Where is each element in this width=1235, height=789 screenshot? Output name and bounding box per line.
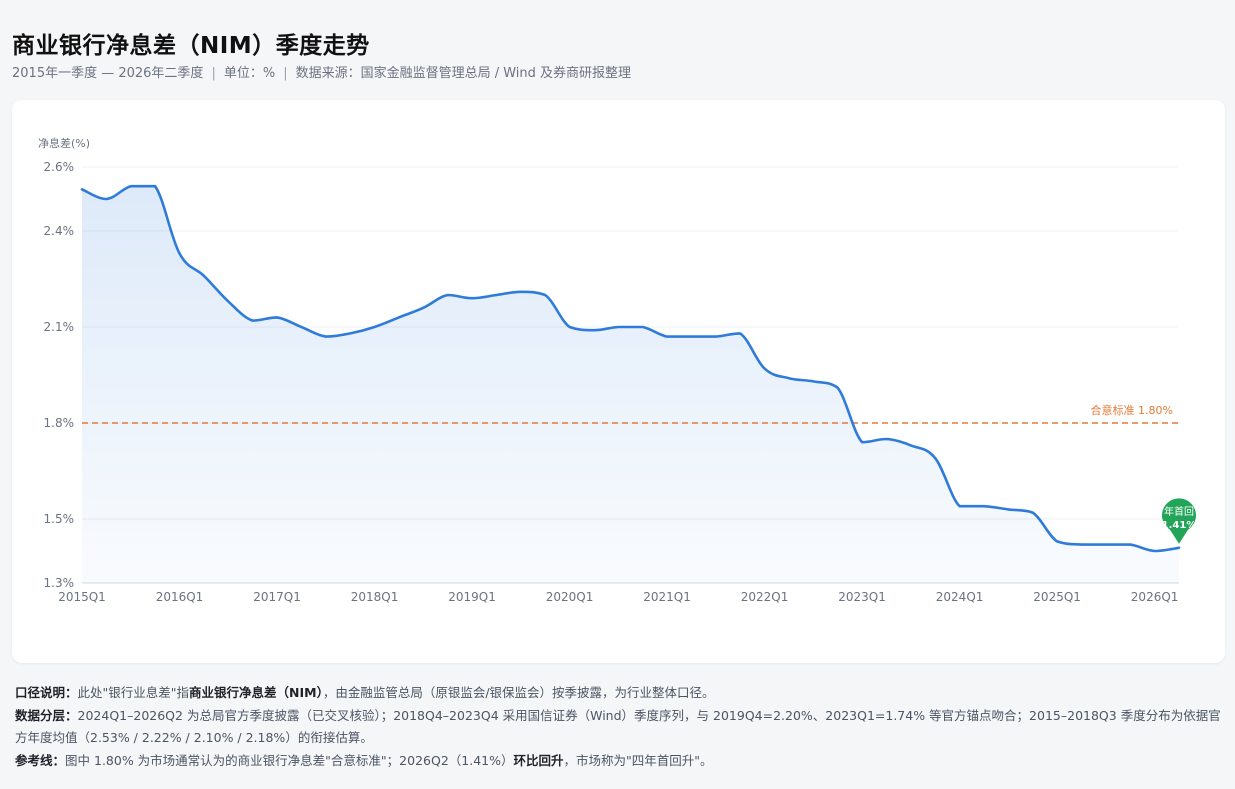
x-tick-label: 2022Q1 bbox=[741, 590, 789, 604]
period-text: 2015年一季度 — 2026年二季度 bbox=[12, 66, 204, 81]
unit-text: 单位：% bbox=[223, 66, 276, 81]
y-tick-label: 1.3% bbox=[44, 576, 75, 590]
y-tick-label: 2.4% bbox=[44, 224, 75, 238]
x-tick-label: 2015Q1 bbox=[58, 590, 106, 604]
note-scope: 口径说明：此处"银行业息差"指商业银行净息差（NIM），由金融监管总局（原银监会… bbox=[15, 682, 1225, 705]
x-tick-label: 2026Q1 bbox=[1131, 590, 1179, 604]
x-tick-label: 2019Q1 bbox=[448, 590, 496, 604]
area-fill bbox=[82, 186, 1179, 583]
note-label: 参考线： bbox=[15, 752, 66, 768]
notes-section: 口径说明：此处"银行业息差"指商业银行净息差（NIM），由金融监管总局（原银监会… bbox=[15, 682, 1225, 772]
x-tick-label: 2017Q1 bbox=[253, 590, 301, 604]
note-text: 图中 1.80% 为市场通常认为的商业银行净息差"合意标准"；2026Q2（1.… bbox=[65, 752, 514, 768]
page-subtitle: 2015年一季度 — 2026年二季度 | 单位：% | 数据来源：国家金融监督管理总局… bbox=[12, 62, 631, 81]
x-tick-label: 2020Q1 bbox=[546, 590, 594, 604]
note-emphasis: 环比回升 bbox=[513, 752, 564, 768]
note-label: 口径说明： bbox=[15, 685, 78, 700]
last-point-annotation: 年首回 1.41% bbox=[1162, 498, 1197, 544]
page-title: 商业银行净息差（NIM）季度走势 bbox=[12, 33, 370, 59]
y-tick-label: 2.6% bbox=[44, 160, 75, 174]
note-emphasis: 商业银行净息差（NIM） bbox=[189, 685, 323, 700]
source-text: 数据来源：国家金融监督管理总局 / Wind 及券商研报整理 bbox=[295, 66, 632, 81]
note-reference-line: 参考线：图中 1.80% 为市场通常认为的商业银行净息差"合意标准"；2026Q… bbox=[15, 750, 1225, 773]
y-tick-label: 1.5% bbox=[44, 512, 75, 526]
note-text: ，市场称为"四年首回升"。 bbox=[563, 752, 713, 768]
chart-card: 净息差(%) 2.6% 2.4% 2.1% 1.8% 1.5% 1.3% 2015Q1 2016… bbox=[12, 100, 1225, 663]
y-tick-label: 2.1% bbox=[44, 320, 75, 334]
note-text: 此处"银行业息差"指 bbox=[77, 685, 190, 700]
note-text: 2024Q1–2026Q2 为总局官方季度披露（已交叉核验）；2018Q4–20… bbox=[15, 707, 1221, 746]
reference-line-label: 合意标准 1.80% bbox=[1091, 403, 1173, 417]
nim-line-chart: 净息差(%) 2.6% 2.4% 2.1% 1.8% 1.5% 1.3%2015Q1 2016… bbox=[38, 136, 1197, 604]
y-axis-label: 净息差(%) bbox=[38, 136, 90, 150]
annotation-text-top: 年首回 bbox=[1164, 505, 1194, 518]
x-tick-label: 2021Q1 bbox=[643, 590, 691, 604]
annotation-text-bottom: 1.41% bbox=[1162, 520, 1197, 531]
separator: | bbox=[283, 66, 288, 81]
y-tick-label: 1.8% bbox=[44, 416, 75, 430]
x-tick-label: 2018Q1 bbox=[351, 590, 399, 604]
x-tick-label: 2024Q1 bbox=[936, 590, 984, 604]
note-label: 数据分层： bbox=[15, 707, 78, 723]
note-text: ，由金融监管总局（原银监会/银保监会）按季披露，为行业整体口径。 bbox=[322, 685, 715, 700]
x-tick-label: 2025Q1 bbox=[1033, 590, 1081, 604]
x-tick-label: 2023Q1 bbox=[838, 590, 886, 604]
note-data-layers: 数据分层：2024Q1–2026Q2 为总局官方季度披露（已交叉核验）；2018… bbox=[15, 705, 1225, 750]
separator: | bbox=[211, 66, 216, 81]
x-tick-label: 2016Q1 bbox=[156, 590, 204, 604]
